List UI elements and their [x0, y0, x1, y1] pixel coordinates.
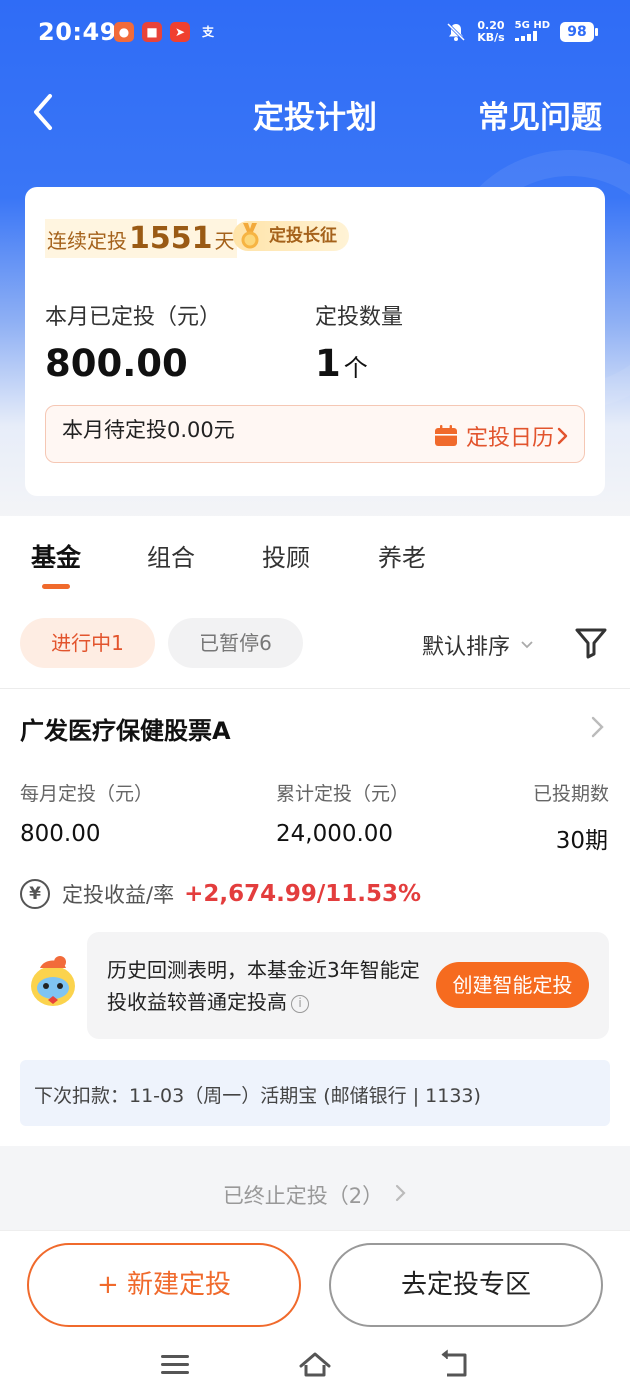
tip-text: 历史回测表明，本基金近3年智能定投收益较普通定投高 i — [107, 954, 427, 1018]
net-speed: 0.20 KB/s — [477, 20, 504, 44]
app-notification-icon: ● — [114, 22, 134, 42]
plan-count-value: 1 — [315, 342, 341, 385]
pending-text: 本月待定投0.00元 — [62, 418, 235, 442]
sort-label: 默认排序 — [422, 635, 511, 660]
filter-funnel-icon — [575, 628, 607, 659]
alipay-icon: 支 — [201, 25, 214, 39]
tab-pension[interactable]: 养老 — [378, 538, 426, 573]
status-time: 20:49 — [38, 18, 117, 46]
menu-icon[interactable] — [158, 1349, 192, 1379]
back-nav-icon[interactable] — [438, 1349, 472, 1379]
filter-button[interactable] — [572, 624, 610, 662]
smart-invest-tip: 历史回测表明，本基金近3年智能定投收益较普通定投高 i 创建智能定投 — [87, 932, 609, 1039]
category-tabs: 基金 组合 投顾 养老 — [0, 516, 630, 604]
sort-dropdown[interactable]: 默认排序 — [422, 629, 534, 661]
nav-bar: 定投计划 常见问题 — [0, 80, 630, 144]
notification-icons: ● ■ ➤ 支 — [114, 22, 218, 42]
medal-icon — [241, 223, 259, 249]
new-plan-button[interactable]: + 新建定投 — [27, 1243, 301, 1327]
periods-value: 30期 — [555, 828, 608, 854]
profit-value: +2,674.99/11.53% — [184, 881, 422, 907]
filter-chip-paused[interactable]: 已暂停6 — [168, 618, 303, 668]
calendar-icon — [434, 425, 457, 446]
periods-label: 已投期数 — [532, 783, 609, 805]
summary-card: 连续定投 1551 天 定投长征 本月已定投（元） 800.00 定投数量 1个… — [25, 187, 605, 496]
pending-box: 本月待定投0.00元 定投日历 — [45, 405, 585, 463]
total-invested-value: 24,000.00 — [276, 821, 394, 847]
chevron-right-icon — [396, 1184, 406, 1202]
tab-advisory[interactable]: 投顾 — [262, 538, 310, 573]
plan-count: 1个 — [315, 342, 368, 385]
tab-fund[interactable]: 基金 — [31, 538, 81, 574]
create-smart-plan-button[interactable]: 创建智能定投 — [436, 962, 589, 1008]
streak-suffix: 天 — [214, 229, 235, 253]
yen-icon: ¥ — [20, 879, 50, 909]
active-tab-indicator — [42, 584, 70, 589]
filter-chip-active[interactable]: 进行中1 — [20, 618, 155, 668]
fund-name[interactable]: 广发医疗保健股票A — [20, 711, 231, 746]
calendar-link-label: 定投日历 — [465, 426, 554, 451]
info-icon[interactable]: i — [291, 995, 309, 1013]
battery-indicator: 98 — [560, 22, 598, 42]
month-invested-label: 本月已定投（元） — [45, 305, 222, 330]
app-notification-icon: ➤ — [170, 22, 190, 42]
streak-days: 1551 — [129, 221, 213, 256]
profit-row: ¥ 定投收益/率 +2,674.99/11.53% — [20, 879, 421, 909]
achievement-badge[interactable]: 定投长征 — [233, 221, 349, 251]
net-speed-unit: KB/s — [477, 31, 505, 44]
plan-list-panel: 基金 组合 投顾 养老 进行中1 已暂停6 默认排序 广发医疗保健股票A 每月定… — [0, 516, 630, 1146]
profit-label: 定投收益/率 — [62, 883, 175, 907]
mascot-icon — [31, 956, 75, 1006]
calendar-link[interactable]: 定投日历 — [434, 420, 570, 452]
app-notification-icon: ■ — [142, 22, 162, 42]
badge-label: 定投长征 — [269, 226, 337, 246]
plan-count-label: 定投数量 — [315, 305, 404, 330]
total-invested-label: 累计定投（元） — [276, 783, 410, 805]
divider — [0, 688, 630, 689]
signal-label: 5G HD — [514, 19, 550, 31]
signal-indicator: 5G HD — [514, 19, 550, 44]
next-debit-info: 下次扣款：11-03（周一）活期宝 (邮储银行 | 1133) — [20, 1060, 610, 1126]
mute-bell-icon — [447, 22, 466, 42]
next-debit-text: 下次扣款：11-03（周一）活期宝 (邮储银行 | 1133) — [34, 1085, 481, 1107]
tab-portfolio[interactable]: 组合 — [147, 538, 195, 573]
status-bar: 20:49 ● ■ ➤ 支 0.20 KB/s 5G HD 98 — [0, 0, 630, 66]
signal-bars-icon — [514, 30, 537, 41]
streak-banner: 连续定投 1551 天 — [45, 219, 237, 258]
plan-count-unit: 个 — [343, 354, 368, 382]
streak-prefix: 连续定投 — [47, 229, 127, 253]
status-right: 0.20 KB/s 5G HD 98 — [445, 19, 598, 44]
terminated-plans-link[interactable]: 已终止定投（2） — [0, 1180, 630, 1210]
monthly-amount-label: 每月定投（元） — [20, 783, 154, 805]
chevron-right-icon[interactable] — [590, 714, 606, 740]
bottom-action-bar: + 新建定投 去定投专区 — [0, 1230, 630, 1400]
month-invested-value: 800.00 — [45, 342, 188, 385]
tip-text-content: 历史回测表明，本基金近3年智能定投收益较普通定投高 — [107, 958, 420, 1014]
chevron-down-icon — [521, 641, 533, 649]
terminated-label: 已终止定投（2） — [222, 1184, 384, 1208]
faq-link[interactable]: 常见问题 — [478, 92, 602, 137]
monthly-amount-value: 800.00 — [20, 821, 101, 847]
home-icon[interactable] — [298, 1349, 332, 1379]
plan-zone-button[interactable]: 去定投专区 — [329, 1243, 603, 1327]
chevron-right-icon — [557, 427, 568, 445]
